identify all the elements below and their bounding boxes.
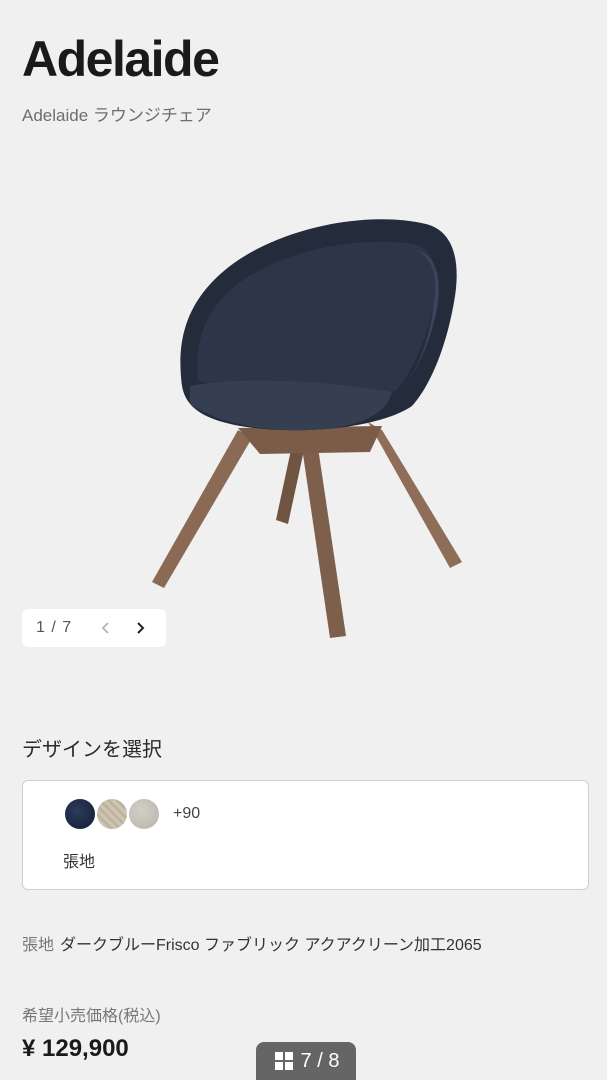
price: ¥ 129,900 — [22, 1035, 129, 1062]
swatch-dark-blue[interactable] — [63, 797, 97, 831]
gallery-counter: 7 / 8 — [300, 1049, 340, 1072]
spec-value: ダークブルーFrisco ファブリック アクアクリーン加工2065 — [60, 937, 482, 954]
chevron-left-icon[interactable] — [96, 618, 116, 638]
design-section-label: デザインを選択 — [22, 739, 162, 761]
grid-icon — [273, 1050, 295, 1072]
product-subtitle: Adelaide ラウンジチェア — [22, 106, 212, 125]
more-swatches-count[interactable]: +90 — [173, 805, 200, 823]
price-label: 希望小売価格(税込) — [22, 1008, 161, 1025]
image-counter: 1 / 7 — [36, 619, 73, 636]
image-pager: 1 / 7 — [22, 609, 166, 647]
lounge-chair-image — [152, 219, 462, 638]
swatch-light-grey[interactable] — [127, 797, 161, 831]
swatch-group: +90 — [63, 797, 200, 831]
spec-key: 張地 — [22, 937, 55, 954]
page-title: Adelaide — [22, 31, 220, 87]
chevron-right-icon[interactable] — [130, 618, 150, 638]
gallery-counter-badge[interactable]: 7 / 8 — [256, 1042, 356, 1080]
upholstery-label: 張地 — [63, 854, 96, 871]
design-selector[interactable]: +90 張地 — [22, 780, 589, 890]
upholstery-spec: 張地 ダークブルーFrisco ファブリック アクアクリーン加工2065 — [22, 931, 482, 955]
swatch-beige[interactable] — [95, 797, 129, 831]
